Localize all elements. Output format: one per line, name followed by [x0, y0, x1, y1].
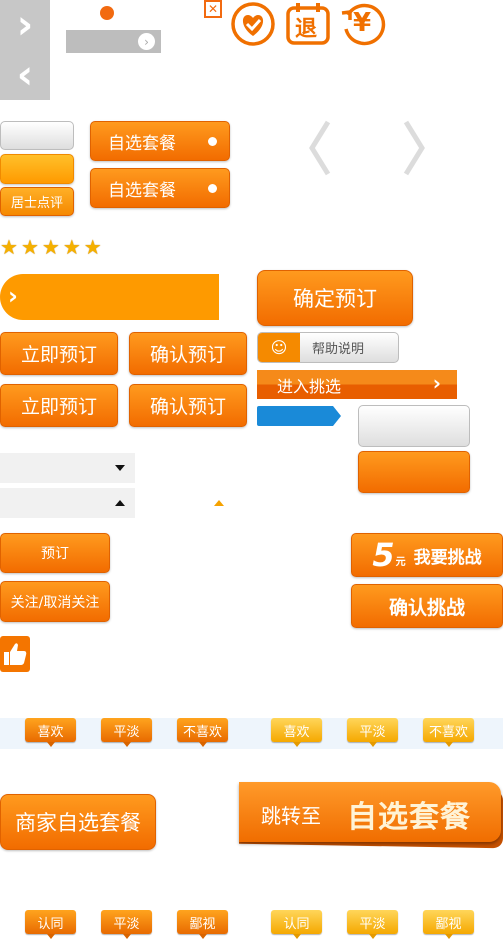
gray-plain-button[interactable]	[358, 405, 470, 447]
challenge-button[interactable]: 5 元 我要挑战	[351, 533, 503, 577]
star-icon: ★	[41, 235, 60, 259]
yen-label: ¥	[353, 8, 372, 38]
thumbs-up-icon[interactable]	[0, 636, 30, 672]
book-now-button-1[interactable]: 立即预订	[0, 332, 118, 375]
yen-refresh-icon[interactable]: ¥	[340, 1, 386, 47]
challenge-prefix: 5	[372, 536, 395, 574]
reaction-like-button-alt[interactable]: 喜欢	[271, 718, 322, 747]
star-icon: ★	[20, 235, 39, 259]
merchant-package-button[interactable]: 商家自选套餐	[0, 794, 156, 850]
refund-label: 退	[295, 17, 318, 42]
dot-icon	[208, 184, 217, 193]
confirm-label: 确认预订	[149, 344, 226, 366]
caret-up-icon	[115, 500, 125, 506]
reaction-label: 鄙视	[435, 916, 462, 932]
reaction-agree-button-alt[interactable]: 认同	[271, 910, 322, 939]
reaction-neutral-button-alt[interactable]: 平淡	[347, 910, 398, 939]
jump-to-banner[interactable]: 跳转至 自选套餐	[239, 782, 503, 849]
reaction-despise-button[interactable]: 鄙视	[177, 910, 228, 939]
help-button[interactable]: ☺ 帮助说明	[257, 332, 399, 363]
reaction-label: 不喜欢	[182, 724, 222, 740]
select-expanded[interactable]	[0, 488, 135, 518]
reaction-label: 平淡	[113, 724, 140, 740]
chevron-right-icon: ›	[8, 282, 18, 310]
reaction-label: 平淡	[359, 724, 386, 740]
self-select-label-1: 自选套餐	[108, 133, 176, 154]
star-rating: ★ ★ ★ ★ ★	[0, 237, 102, 257]
orange-plain-button[interactable]	[358, 451, 470, 493]
reaction-label: 鄙视	[189, 916, 216, 932]
blue-arrow-bar[interactable]	[257, 406, 341, 426]
reaction-neutral-button[interactable]: 平淡	[101, 910, 152, 939]
book-button[interactable]: 预订	[0, 533, 110, 573]
follow-toggle-label: 关注/取消关注	[10, 594, 100, 611]
reaction-agree-button[interactable]: 认同	[25, 910, 76, 939]
prev-arrow-button[interactable]: ‹	[0, 50, 50, 100]
star-icon: ★	[62, 235, 81, 259]
reaction-despise-button-alt[interactable]: 鄙视	[423, 910, 474, 939]
self-select-button-2[interactable]: 自选套餐	[90, 168, 230, 208]
confirm-challenge-label: 确认挑战	[388, 596, 465, 619]
enter-select-button[interactable]: 进入挑选 ›	[257, 370, 457, 399]
reaction-like-button[interactable]: 喜欢	[25, 718, 76, 747]
book-label: 预订	[41, 546, 69, 562]
heart-check-icon[interactable]	[230, 1, 276, 47]
chevron-right-circle-icon: ›	[138, 33, 155, 50]
reaction-neutral-button-alt[interactable]: 平淡	[347, 718, 398, 747]
chevron-right-icon: ›	[16, 2, 34, 48]
caret-down-icon	[115, 465, 125, 471]
next-arrow-button[interactable]: ›	[0, 0, 50, 50]
reaction-label: 平淡	[113, 916, 140, 932]
enter-select-label: 进入挑选	[277, 376, 342, 396]
star-icon: ★	[83, 235, 102, 259]
orange-arrow-bar[interactable]: ›	[0, 274, 219, 320]
confirm-booking-button-1[interactable]: 确认预订	[129, 332, 247, 375]
confirm-booking-button-2[interactable]: 确认预订	[129, 384, 247, 427]
jump-to-label: 跳转至	[261, 804, 321, 828]
reaction-neutral-button[interactable]: 平淡	[101, 718, 152, 747]
confirm-booking-label: 确定预订	[293, 287, 377, 311]
orange-small-button[interactable]	[0, 154, 74, 184]
dot-icon	[208, 137, 217, 146]
resident-review-button[interactable]: 居士点评	[0, 187, 74, 216]
self-select-button-1[interactable]: 自选套餐	[90, 121, 230, 161]
confirm-booking-button[interactable]: 确定预订	[257, 270, 413, 326]
jump-target-label: 自选套餐	[347, 800, 471, 835]
reaction-label: 喜欢	[283, 724, 310, 740]
book-now-button-2[interactable]: 立即预订	[0, 384, 118, 427]
confirm-challenge-button[interactable]: 确认挑战	[351, 584, 503, 628]
caret-up-orange-icon	[214, 500, 224, 506]
select-collapsed[interactable]	[0, 453, 135, 483]
challenge-unit: 元	[395, 557, 406, 568]
big-chevron-left-icon[interactable]	[302, 118, 338, 178]
reaction-label: 不喜欢	[428, 724, 468, 740]
dropdown-bar[interactable]: ›	[66, 30, 161, 53]
challenge-label: 我要挑战	[413, 547, 482, 568]
reaction-label: 认同	[283, 916, 310, 932]
confirm-label: 确认预订	[149, 396, 226, 418]
gray-small-button[interactable]	[0, 121, 74, 150]
big-chevron-right-icon[interactable]	[396, 118, 432, 178]
reaction-label: 喜欢	[37, 724, 64, 740]
reaction-label: 平淡	[359, 916, 386, 932]
refund-calendar-icon[interactable]: 退	[285, 2, 331, 46]
merchant-package-label: 商家自选套餐	[15, 811, 141, 835]
star-icon: ★	[0, 235, 18, 259]
chevron-left-icon: ‹	[16, 52, 34, 98]
reaction-label: 认同	[37, 916, 64, 932]
orange-dot-icon	[100, 6, 114, 20]
reaction-dislike-button[interactable]: 不喜欢	[177, 718, 228, 747]
help-label: 帮助说明	[312, 342, 365, 357]
close-icon[interactable]: ✕	[204, 0, 222, 18]
book-now-label: 立即预订	[20, 396, 97, 418]
chevron-right-icon: ›	[432, 371, 441, 395]
self-select-label-2: 自选套餐	[108, 180, 176, 201]
resident-review-label: 居士点评	[10, 196, 63, 211]
follow-toggle-button[interactable]: 关注/取消关注	[0, 581, 110, 622]
smile-icon: ☺	[258, 333, 300, 362]
book-now-label: 立即预订	[20, 344, 97, 366]
reaction-dislike-button-alt[interactable]: 不喜欢	[423, 718, 474, 747]
